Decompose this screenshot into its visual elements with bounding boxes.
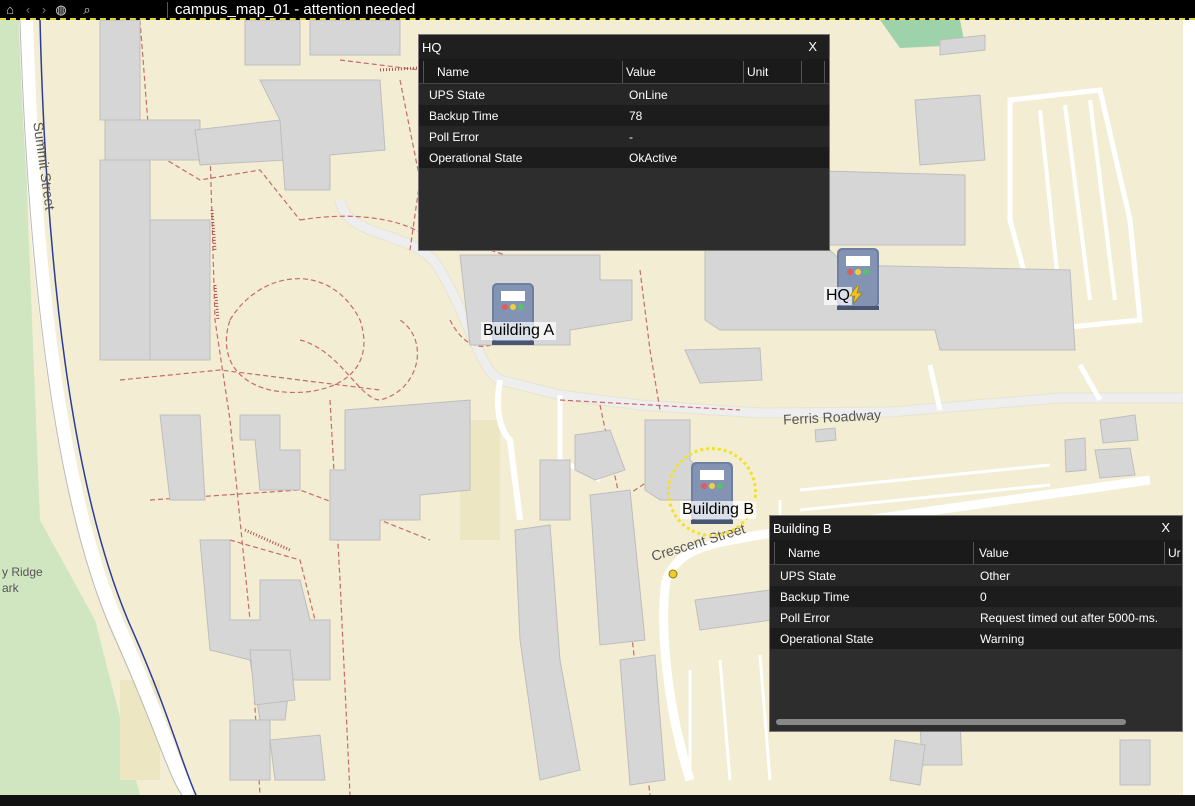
table-row[interactable]: UPS State OnLine	[419, 84, 829, 105]
table-row[interactable]: UPS State Other	[770, 565, 1182, 586]
park-label-line2: ark	[2, 581, 19, 595]
table-row[interactable]: Backup Time 78	[419, 105, 829, 126]
row-value: 0	[980, 590, 987, 604]
forward-icon[interactable]: ›	[38, 2, 50, 18]
side-road	[495, 379, 523, 521]
title-separator	[167, 2, 168, 18]
back-icon[interactable]: ‹	[22, 2, 34, 18]
hq-label: HQ	[824, 287, 852, 305]
column-header-unit[interactable]: Unit	[747, 65, 768, 79]
park-label-line1: y Ridge	[2, 565, 43, 579]
table-row[interactable]: Poll Error Request timed out after 5000-…	[770, 607, 1182, 628]
window-title: campus_map_01 - attention needed	[175, 1, 416, 18]
row-value: Request timed out after 5000-ms.	[980, 611, 1159, 625]
table-row[interactable]: Operational State Warning	[770, 628, 1182, 649]
column-separator	[423, 61, 424, 83]
grid-header: Name Value Unit	[419, 59, 829, 84]
table-row[interactable]: Backup Time 0	[770, 586, 1182, 607]
column-separator	[973, 542, 974, 564]
building-b-label: Building B	[680, 501, 757, 519]
table-row[interactable]: Poll Error -	[419, 126, 829, 147]
title-bar: ⌂ ‹ › ◍ ⌕ campus_map_01 - attention need…	[0, 0, 1195, 20]
row-value: OnLine	[629, 88, 668, 102]
row-name: UPS State	[780, 569, 837, 583]
row-name: Poll Error	[429, 130, 480, 144]
column-separator	[774, 542, 775, 564]
grid-header: Name Value Ur	[770, 540, 1182, 565]
building-b-info-panel[interactable]: Building B X Name Value Ur UPS State Oth…	[769, 515, 1183, 732]
row-name: Backup Time	[429, 109, 499, 123]
close-button[interactable]: X	[808, 39, 817, 54]
row-value: Other	[980, 569, 1011, 583]
column-header-value[interactable]: Value	[626, 65, 656, 79]
search-icon[interactable]: ⌕	[79, 2, 95, 18]
row-name: Backup Time	[780, 590, 850, 604]
building-a-label: Building A	[481, 322, 557, 340]
map-pin	[668, 569, 678, 579]
column-separator	[801, 61, 802, 83]
globe-icon[interactable]: ◍	[53, 2, 69, 18]
lightning-icon	[849, 286, 863, 304]
column-separator	[622, 61, 623, 83]
row-name: UPS State	[429, 88, 486, 102]
row-name: Operational State	[780, 632, 874, 646]
home-icon[interactable]: ⌂	[3, 2, 17, 18]
panel-header[interactable]: Building B X	[770, 516, 1182, 540]
column-header-name[interactable]: Name	[788, 546, 820, 560]
row-value: Warning	[980, 632, 1025, 646]
column-separator	[1164, 542, 1165, 564]
status-bar	[0, 795, 1195, 806]
vertical-scrollbar[interactable]	[1183, 20, 1195, 795]
panel-title: HQ	[422, 40, 442, 55]
close-button[interactable]: X	[1161, 520, 1170, 535]
parking-road	[688, 654, 772, 781]
row-name: Poll Error	[780, 611, 831, 625]
column-header-unit[interactable]: Ur	[1168, 546, 1181, 560]
panel-header[interactable]: HQ X	[419, 35, 829, 59]
column-separator	[743, 61, 744, 83]
row-name: Operational State	[429, 151, 523, 165]
row-value: 78	[629, 109, 643, 123]
horizontal-scrollbar[interactable]	[776, 719, 1126, 725]
campus-map[interactable]: Summit Street Ferris Roadway Crescent St…	[0, 20, 1183, 795]
row-value: OkActive	[629, 151, 678, 165]
hq-info-panel[interactable]: HQ X Name Value Unit UPS State OnLine Ba…	[418, 34, 830, 251]
column-header-name[interactable]: Name	[437, 65, 469, 79]
panel-title: Building B	[773, 521, 832, 536]
table-row[interactable]: Operational State OkActive	[419, 147, 829, 168]
crescent-street-down	[659, 579, 695, 782]
column-separator	[824, 61, 825, 83]
row-value: -	[629, 130, 633, 144]
column-header-value[interactable]: Value	[979, 546, 1009, 560]
